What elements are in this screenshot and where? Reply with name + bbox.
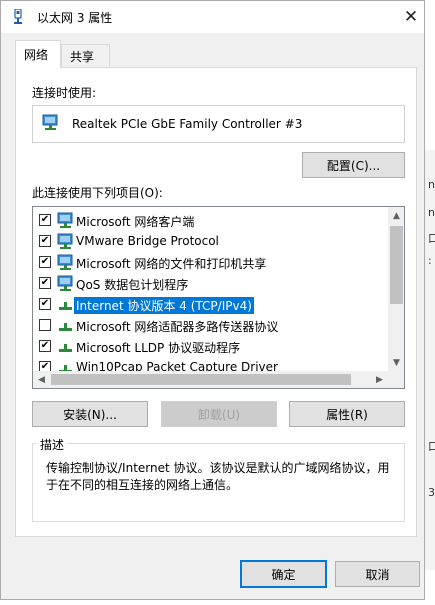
close-button[interactable]: ✕: [397, 3, 425, 31]
cancel-button-label: 取消: [365, 567, 390, 582]
install-button-label: 安装(N)...: [63, 407, 117, 422]
scroll-right-icon[interactable]: ▶: [371, 371, 388, 388]
item-checkbox[interactable]: ✔: [39, 277, 51, 289]
item-label: QoS 数据包计划程序: [76, 278, 189, 292]
install-button[interactable]: 安装(N)...: [32, 401, 148, 427]
configure-button[interactable]: 配置(C)...: [302, 152, 405, 178]
list-item[interactable]: ✔ Microsoft 网络客户端: [33, 210, 388, 231]
scroll-up-icon[interactable]: ▲: [388, 207, 404, 224]
network-client-icon: [57, 275, 73, 291]
list-item[interactable]: Microsoft 网络适配器多路传送器协议: [33, 315, 388, 336]
properties-button-label: 属性(R): [326, 407, 368, 422]
items-label: 此连接使用下列项目(O):: [32, 186, 163, 200]
cancel-button[interactable]: 取消: [335, 561, 420, 587]
components-list[interactable]: ✔ Microsoft 网络客户端 ✔ VMware Bridge Protoc…: [32, 206, 405, 389]
scroll-down-icon[interactable]: ▼: [388, 354, 404, 371]
properties-dialog: 以太网 3 属性 ✕ 网络 共享 连接时使用: Realtek PCIe GbE…: [0, 0, 425, 600]
background-window-text: 口: [428, 232, 435, 245]
item-label: Microsoft LLDP 协议驱动程序: [76, 341, 241, 355]
properties-button[interactable]: 属性(R): [289, 401, 405, 427]
vertical-scroll-thumb[interactable]: [390, 226, 403, 304]
network-client-icon: [57, 233, 73, 249]
tab-label: 共享: [70, 50, 95, 64]
network-client-icon: [57, 254, 73, 270]
item-checkbox[interactable]: ✔: [39, 256, 51, 268]
description-title: 描述: [37, 436, 68, 453]
background-window-text: nt: [428, 206, 435, 219]
vertical-scrollbar[interactable]: ▲ ▼: [388, 207, 404, 371]
item-label: Internet 协议版本 4 (TCP/IPv4): [74, 297, 254, 314]
background-window-text: :: [428, 254, 432, 267]
scroll-left-icon[interactable]: ◀: [33, 371, 50, 388]
network-card-icon: [42, 114, 58, 130]
tab-sharing[interactable]: 共享: [61, 44, 110, 68]
adapter-name: Realtek PCIe GbE Family Controller #3: [72, 117, 303, 131]
item-label: Microsoft 网络的文件和打印机共享: [76, 257, 267, 271]
protocol-icon: [59, 344, 72, 352]
connect-using-label: 连接时使用:: [32, 86, 97, 100]
item-checkbox[interactable]: ✔: [39, 235, 51, 247]
adapter-display: Realtek PCIe GbE Family Controller #3: [32, 105, 405, 143]
tab-label: 网络: [24, 48, 49, 62]
network-client-icon: [57, 212, 73, 228]
background-window-text: nt: [428, 178, 435, 191]
network-adapter-icon: [14, 9, 22, 24]
title-bar[interactable]: 以太网 3 属性 ✕: [1, 1, 424, 33]
network-tab-panel: 连接时使用: Realtek PCIe GbE Family Controlle…: [15, 67, 417, 537]
item-checkbox[interactable]: [39, 319, 51, 331]
list-item[interactable]: ✔ Microsoft 网络的文件和打印机共享: [33, 252, 388, 273]
background-window-text: 口: [428, 440, 435, 453]
protocol-icon: [59, 302, 72, 310]
background-window-text: 3: [428, 486, 435, 499]
list-item[interactable]: ✔ Microsoft LLDP 协议驱动程序: [33, 336, 388, 357]
item-label: Microsoft 网络客户端: [76, 215, 195, 229]
window-title: 以太网 3 属性: [37, 11, 113, 25]
ok-button-label: 确定: [271, 567, 296, 582]
list-item[interactable]: ✔ QoS 数据包计划程序: [33, 273, 388, 294]
horizontal-scrollbar[interactable]: ◀ ▶: [33, 371, 388, 388]
protocol-icon: [59, 323, 72, 331]
uninstall-button[interactable]: 卸载(U): [161, 401, 277, 427]
tab-network[interactable]: 网络: [15, 40, 61, 68]
horizontal-scroll-thumb[interactable]: [51, 374, 351, 385]
list-item[interactable]: ✔ Internet 协议版本 4 (TCP/IPv4): [33, 294, 388, 315]
ok-button[interactable]: 确定: [240, 560, 327, 588]
item-checkbox[interactable]: ✔: [39, 298, 51, 310]
background-window: nt nt 口 : 口 3: [424, 150, 435, 570]
uninstall-button-label: 卸载(U): [197, 407, 241, 422]
configure-button-label: 配置(C)...: [326, 158, 381, 173]
scrollbar-corner: [388, 371, 404, 388]
description-text: 传输控制协议/Internet 协议。该协议是默认的广域网络协议，用于在不同的相…: [46, 461, 390, 492]
item-label: Microsoft 网络适配器多路传送器协议: [76, 320, 279, 334]
item-label: VMware Bridge Protocol: [76, 234, 219, 248]
list-item[interactable]: ✔ VMware Bridge Protocol: [33, 231, 388, 252]
item-checkbox[interactable]: ✔: [39, 214, 51, 226]
item-checkbox[interactable]: ✔: [39, 340, 51, 352]
close-icon: ✕: [403, 7, 419, 27]
